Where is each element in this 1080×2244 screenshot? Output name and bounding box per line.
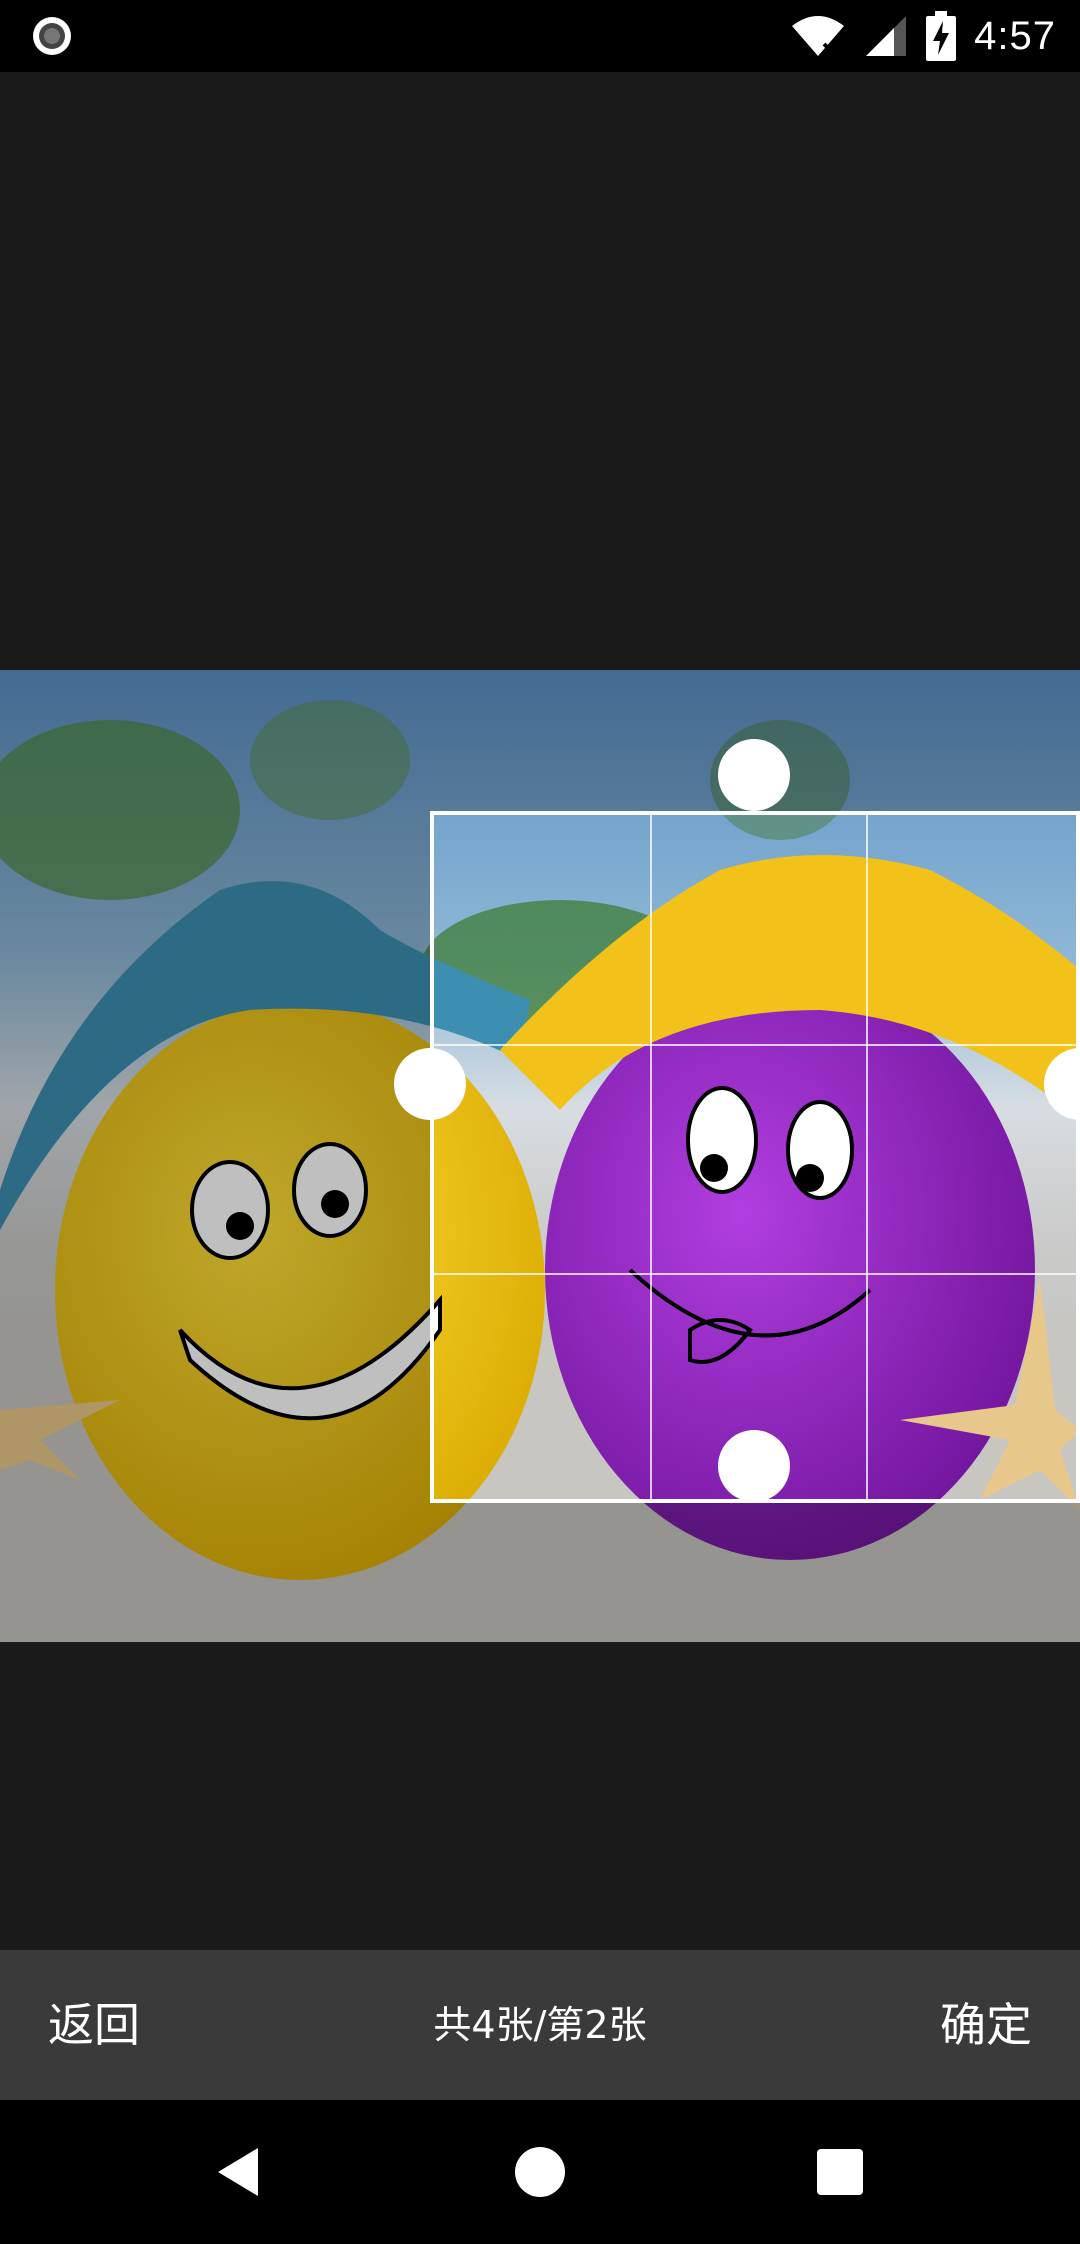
crop-grid-line (650, 815, 652, 1499)
back-triangle-icon (218, 2148, 258, 2196)
crop-handle-top[interactable] (718, 739, 790, 811)
nav-home-button[interactable] (504, 2136, 576, 2208)
nav-back-button[interactable] (204, 2136, 276, 2208)
crop-grid-line (866, 815, 868, 1499)
system-nav-bar (0, 2100, 1080, 2244)
crop-editor (0, 72, 1080, 1950)
crop-frame[interactable] (430, 811, 1080, 1503)
crop-handle-bottom[interactable] (718, 1430, 790, 1502)
action-bar: 返回 共4张/第2张 确定 (0, 1950, 1080, 2100)
confirm-button[interactable]: 确定 (940, 1950, 1032, 2100)
signal-icon (866, 16, 907, 56)
recents-square-icon (817, 2149, 863, 2195)
battery-charging-icon (926, 11, 957, 61)
status-bar: 4:57 (0, 0, 1080, 72)
crop-handle-left[interactable] (394, 1048, 466, 1120)
nav-recents-button[interactable] (804, 2136, 876, 2208)
home-circle-icon (515, 2147, 565, 2197)
image-counter: 共4张/第2张 (433, 2003, 647, 2047)
wifi-icon (792, 16, 845, 56)
record-icon (33, 17, 71, 55)
crop-grid-line (434, 1044, 1076, 1046)
crop-grid-line (434, 1273, 1076, 1275)
status-time: 4:57 (974, 13, 1056, 58)
